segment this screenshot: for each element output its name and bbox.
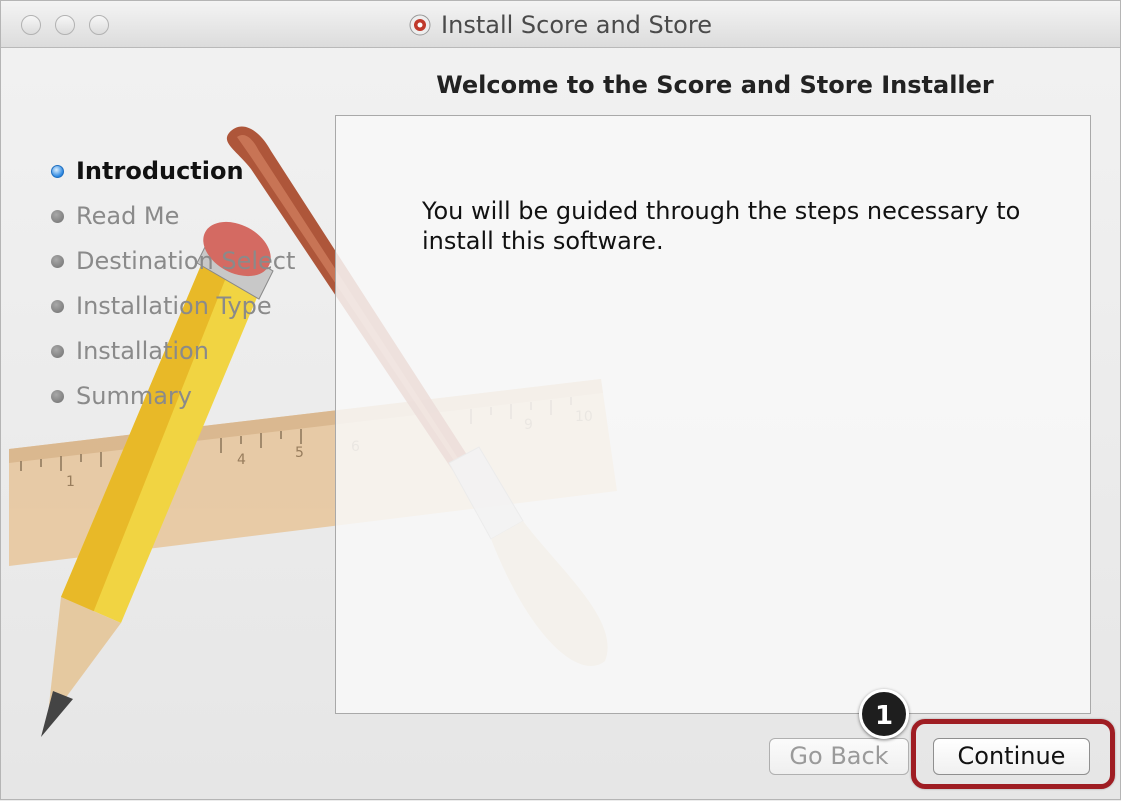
step-label: Installation	[76, 337, 209, 365]
step-indicator-icon	[51, 390, 64, 403]
installer-heading: Welcome to the Score and Store Installer	[436, 71, 994, 99]
step-label: Introduction	[76, 157, 244, 185]
step-label: Summary	[76, 382, 192, 410]
step-indicator-icon	[51, 300, 64, 313]
step-introduction: Introduction	[51, 156, 295, 201]
svg-text:4: 4	[237, 452, 246, 468]
installer-steps-list: Introduction Read Me Destination Select …	[51, 156, 295, 426]
step-indicator-icon	[51, 165, 64, 178]
svg-text:5: 5	[295, 445, 304, 461]
step-destination-select: Destination Select	[51, 246, 295, 291]
title-bar: Install Score and Store	[1, 1, 1120, 48]
svg-text:1: 1	[66, 474, 75, 490]
step-label: Installation Type	[76, 292, 272, 320]
installer-window: Install Score and Store 145 6910	[0, 0, 1121, 800]
step-installation: Installation	[51, 336, 295, 381]
step-summary: Summary	[51, 381, 295, 426]
go-back-button[interactable]: Go Back	[769, 738, 909, 775]
step-indicator-icon	[51, 345, 64, 358]
window-title-text: Install Score and Store	[441, 11, 712, 39]
step-indicator-icon	[51, 210, 64, 223]
step-read-me: Read Me	[51, 201, 295, 246]
step-callout-badge: 1	[859, 689, 909, 739]
step-indicator-icon	[51, 255, 64, 268]
app-icon	[409, 14, 431, 36]
installer-content-panel: You will be guided through the steps nec…	[335, 115, 1091, 714]
window-title: Install Score and Store	[1, 11, 1120, 39]
continue-button-highlight	[911, 719, 1115, 789]
introduction-text: You will be guided through the steps nec…	[422, 197, 1021, 255]
step-installation-type: Installation Type	[51, 291, 295, 336]
step-label: Destination Select	[76, 247, 296, 275]
step-label: Read Me	[76, 202, 180, 230]
